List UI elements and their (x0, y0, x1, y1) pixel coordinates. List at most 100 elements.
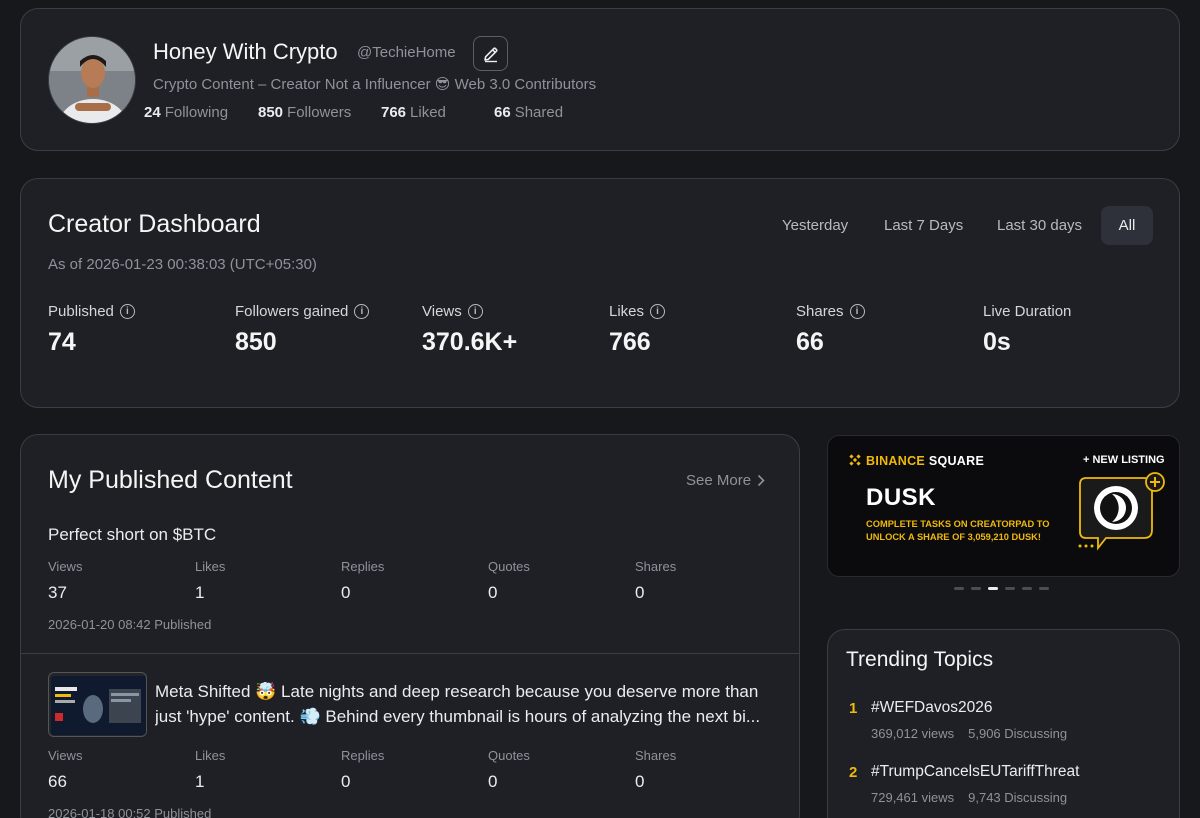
post-text[interactable]: Perfect short on $BTC (48, 525, 216, 545)
see-more-link[interactable]: See More (686, 472, 765, 489)
post-date: 2026-01-18 00:52 Published (48, 806, 212, 818)
info-icon[interactable]: i (849, 304, 865, 319)
trend-discussing: 9,743 Discussing (968, 790, 1068, 805)
carousel-dot[interactable] (971, 587, 981, 590)
liked-label: Liked (410, 104, 446, 121)
edit-profile-button[interactable] (473, 36, 508, 71)
banner-description: COMPLETE TASKS ON CREATORPAD TO UNLOCK A… (866, 518, 1071, 545)
stat-label: Quotes (488, 559, 530, 574)
stat-label: Replies (341, 559, 385, 574)
metric-value: 74 (48, 328, 76, 356)
post-stat-replies: Replies 0 (341, 559, 461, 603)
metric-label: Views (422, 303, 462, 320)
post-text-line-2[interactable]: just 'hype' content. 💨 Behind every thum… (155, 707, 785, 727)
post-thumbnail[interactable] (48, 672, 147, 737)
thumbnail-image (49, 673, 146, 736)
trend-hashtag[interactable]: #TrumpCancelsEUTariffThreat (871, 763, 1079, 781)
stat-label: Quotes (488, 748, 530, 763)
trend-hashtag[interactable]: #WEFDavos2026 (871, 699, 992, 717)
stat-value: 0 (488, 583, 498, 602)
stat-value: 1 (195, 583, 205, 602)
post-date: 2026-01-20 08:42 Published (48, 617, 212, 632)
profile-card: Honey With Crypto @TechieHome Crypto Con… (20, 8, 1180, 151)
range-tab-last-30-days[interactable]: Last 30 days (984, 206, 1095, 245)
followers-stat[interactable]: 850 Followers (258, 104, 351, 121)
post-stat-likes: Likes 1 (195, 559, 315, 603)
stat-label: Likes (195, 559, 226, 574)
metric-label: Published (48, 303, 114, 320)
metric-value: 66 (796, 328, 824, 356)
stat-value: 0 (635, 583, 645, 602)
chevron-right-icon (757, 474, 765, 487)
see-more-label: See More (686, 472, 752, 489)
stat-value: 0 (635, 772, 645, 791)
display-name: Honey With Crypto (153, 39, 338, 64)
metric-live-duration: Live Duration 0s (983, 303, 1163, 357)
carousel-dot[interactable] (1039, 587, 1049, 590)
metric-likes: Likes i 766 (609, 303, 789, 357)
stat-label: Replies (341, 748, 385, 763)
desc-line-1: COMPLETE TASKS ON CREATORPAD TO (866, 519, 1050, 529)
range-tab-yesterday[interactable]: Yesterday (769, 206, 861, 245)
metric-value: 0s (983, 328, 1011, 356)
new-listing-label: + NEW LISTING (1083, 454, 1165, 466)
divider (21, 653, 799, 654)
profile-bio: Crypto Content – Creator Not a Influence… (153, 76, 597, 93)
trend-rank: 1 (849, 700, 858, 717)
stat-value: 37 (48, 583, 67, 602)
stat-label: Likes (195, 748, 226, 763)
metric-label: Followers gained (235, 303, 349, 320)
following-label: Following (164, 104, 229, 121)
metric-label: Live Duration (983, 303, 1072, 320)
following-stat[interactable]: 24 Following (144, 104, 228, 121)
metric-label: Shares (796, 303, 844, 320)
creator-dashboard: Creator Dashboard As of 2026-01-23 00:38… (20, 178, 1180, 408)
post-stat-views: Views 37 (48, 559, 168, 603)
brand-part-b: SQUARE (925, 454, 985, 468)
carousel-dots (954, 587, 1049, 590)
range-tab-all[interactable]: All (1101, 206, 1153, 245)
carousel-dot[interactable] (954, 587, 964, 590)
metric-shares: Shares i 66 (796, 303, 976, 357)
stat-value: 0 (341, 772, 351, 791)
stat-value: 0 (488, 772, 498, 791)
stat-label: Views (48, 559, 83, 574)
metric-value: 766 (609, 328, 651, 356)
trend-meta: 369,012 views 5,906 Discussing (871, 726, 1067, 741)
info-icon[interactable]: i (354, 304, 370, 319)
info-icon[interactable]: i (119, 304, 135, 319)
banner-brand: BINANCE SQUARE (866, 454, 984, 468)
published-content-card: My Published Content See More Perfect sh… (20, 434, 800, 818)
info-icon[interactable]: i (467, 304, 483, 319)
carousel-dot-active[interactable] (988, 587, 998, 590)
shared-label: Shared (514, 104, 564, 121)
trending-title: Trending Topics (846, 648, 994, 671)
post-stat-shares: Shares 0 (635, 559, 755, 603)
trending-topics-card: Trending Topics 1 #WEFDavos2026 369,012 … (827, 629, 1180, 818)
post-stat-replies: Replies 0 (341, 748, 461, 792)
metric-followers-gained: Followers gained i 850 (235, 303, 415, 357)
user-handle: @TechieHome (357, 44, 456, 61)
post-stat-quotes: Quotes 0 (488, 748, 608, 792)
shared-stat: 66 Shared (494, 104, 563, 121)
avatar[interactable] (48, 36, 136, 124)
post-stat-likes: Likes 1 (195, 748, 315, 792)
stat-value: 1 (195, 772, 205, 791)
range-tab-last-7-days[interactable]: Last 7 Days (871, 206, 976, 245)
stat-value: 0 (341, 583, 351, 602)
dashboard-title: Creator Dashboard (48, 210, 261, 238)
trend-meta: 729,461 views 9,743 Discussing (871, 790, 1067, 805)
promo-banner[interactable]: BINANCE SQUARE + NEW LISTING DUSK COMPLE… (827, 435, 1180, 577)
carousel-dot[interactable] (1022, 587, 1032, 590)
trend-rank: 2 (849, 764, 858, 781)
post-text-line-1[interactable]: Meta Shifted 🤯 Late nights and deep rese… (155, 682, 785, 702)
dusk-token-icon (1078, 472, 1165, 551)
info-icon[interactable]: i (650, 304, 666, 319)
stat-label: Shares (635, 559, 677, 574)
published-title: My Published Content (48, 466, 293, 494)
followers-count: 850 (258, 104, 284, 121)
brand-part-a: BINANCE (866, 454, 926, 468)
carousel-dot[interactable] (1005, 587, 1015, 590)
trend-discussing: 5,906 Discussing (968, 726, 1068, 741)
following-count: 24 (144, 104, 161, 121)
